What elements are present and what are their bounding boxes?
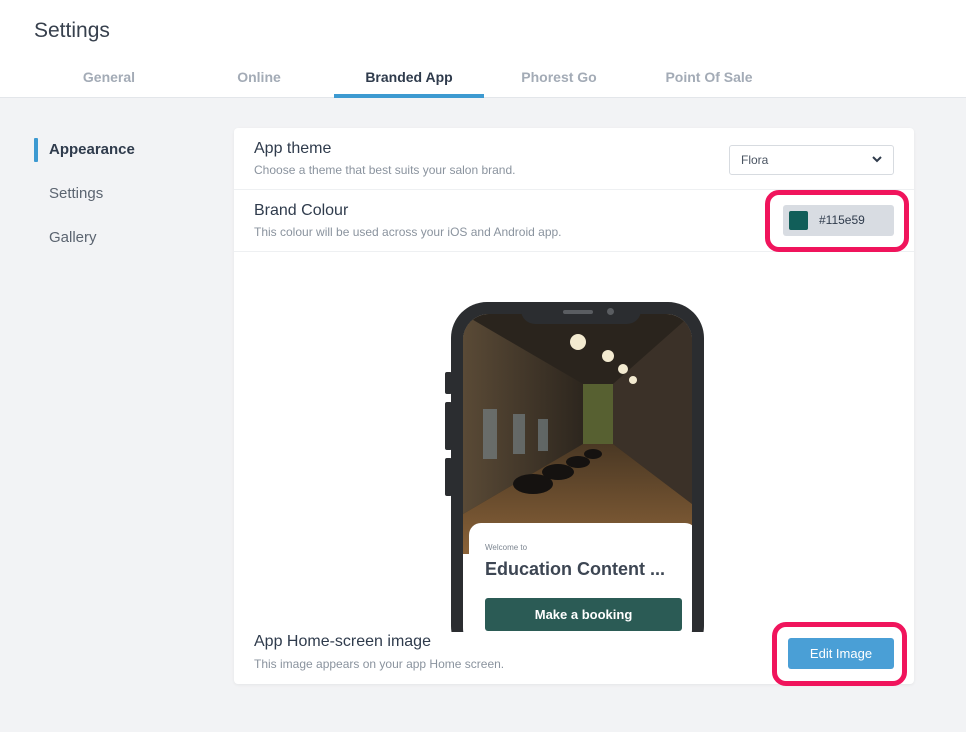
brand-colour-hex: #115e59	[819, 213, 865, 227]
sidenav-item-appearance[interactable]: Appearance	[34, 136, 214, 180]
home-image-title: App Home-screen image	[254, 633, 431, 650]
colour-swatch	[789, 211, 808, 230]
tab-phorest-go[interactable]: Phorest Go	[484, 60, 634, 98]
brand-colour-description: This colour will be used across your iOS…	[254, 225, 562, 239]
app-theme-selected: Flora	[741, 153, 769, 167]
brand-colour-title: Brand Colour	[254, 202, 349, 219]
phone-preview: Welcome to Education Content ... Make a …	[445, 302, 705, 632]
app-theme-description: Choose a theme that best suits your salo…	[254, 163, 516, 177]
home-image-description: This image appears on your app Home scre…	[254, 657, 505, 671]
divider	[234, 189, 914, 190]
welcome-label: Welcome to	[485, 543, 528, 552]
tab-general[interactable]: General	[34, 60, 184, 98]
phone-screen: Welcome to Education Content ... Make a …	[463, 314, 692, 632]
salon-hero-image	[463, 314, 692, 554]
edit-image-button[interactable]: Edit Image	[788, 638, 894, 669]
chevron-down-icon	[872, 156, 882, 163]
phone-notch	[521, 302, 641, 324]
make-booking-button: Make a booking	[485, 598, 682, 631]
sidenav-item-gallery[interactable]: Gallery	[34, 224, 214, 268]
app-theme-title: App theme	[254, 140, 332, 157]
sidenav-item-settings[interactable]: Settings	[34, 180, 214, 224]
welcome-card: Welcome to Education Content ... Make a …	[469, 523, 692, 632]
brand-colour-picker[interactable]: #115e59	[783, 205, 894, 236]
divider	[234, 251, 914, 252]
camera-icon	[607, 308, 614, 315]
tab-online[interactable]: Online	[184, 60, 334, 98]
app-theme-select[interactable]: Flora	[729, 145, 894, 175]
side-nav: Appearance Settings Gallery	[34, 136, 214, 268]
settings-tabs: General Online Branded App Phorest Go Po…	[34, 60, 784, 98]
salon-name: Education Content ...	[485, 559, 665, 579]
tab-point-of-sale[interactable]: Point Of Sale	[634, 60, 784, 98]
phone-frame: Welcome to Education Content ... Make a …	[451, 302, 704, 632]
tab-branded-app[interactable]: Branded App	[334, 60, 484, 98]
speaker-icon	[563, 310, 593, 314]
top-bar: Settings General Online Branded App Phor…	[0, 0, 966, 98]
page-title: Settings	[34, 19, 110, 42]
